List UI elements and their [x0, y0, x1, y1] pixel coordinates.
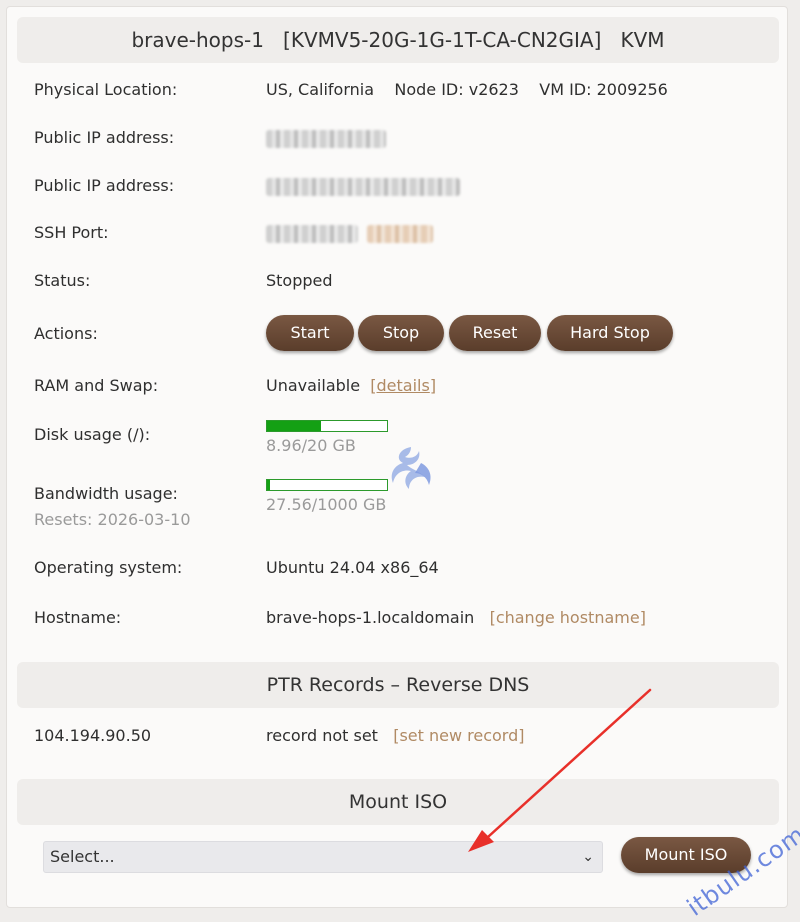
disk-usage-fill: [267, 421, 321, 431]
chevron-down-icon: ⌄: [582, 849, 594, 865]
disk-usage-text: 8.96/20 GB: [266, 436, 356, 455]
vps-hostname-title: brave-hops-1: [131, 28, 264, 52]
ptr-status: record not set: [266, 726, 378, 745]
action-buttons: Start Stop Reset Hard Stop: [7, 315, 787, 355]
vps-plan-title: [KVMV5-20G-1G-1T-CA-CN2GIA]: [283, 28, 602, 52]
stop-button[interactable]: Stop: [358, 315, 444, 351]
mount-iso-section-header: Mount ISO: [17, 779, 779, 825]
hostname-text: brave-hops-1.localdomain: [266, 608, 475, 627]
disk-label: Disk usage (/):: [34, 425, 151, 444]
ipv6-value-blurred: [266, 176, 460, 196]
ram-value: Unavailable [details]: [266, 376, 437, 395]
vps-title-header: brave-hops-1 [KVMV5-20G-1G-1T-CA-CN2GIA]…: [17, 17, 779, 63]
ipv4-value-blurred: [266, 128, 386, 148]
bandwidth-usage-text: 27.56/1000 GB: [266, 495, 387, 514]
ssh-label: SSH Port:: [34, 223, 109, 242]
ptr-ip: 104.194.90.50: [34, 726, 152, 745]
reset-button[interactable]: Reset: [449, 315, 541, 351]
ipv6-label: Public IP address:: [34, 176, 175, 195]
location-label: Physical Location:: [34, 80, 178, 99]
ram-details-link[interactable]: details: [377, 376, 430, 395]
ram-status: Unavailable: [266, 376, 361, 395]
start-button[interactable]: Start: [266, 315, 354, 351]
disk-usage-bar: [266, 420, 388, 432]
iso-select-value: Select...: [50, 847, 115, 866]
hostname-value: brave-hops-1.localdomain [change hostnam…: [266, 608, 646, 627]
status-value: Stopped: [266, 271, 333, 290]
ptr-value: record not set [set new record]: [266, 726, 525, 745]
change-hostname-link[interactable]: change hostname: [496, 608, 640, 627]
status-label: Status:: [34, 271, 91, 290]
iso-select[interactable]: Select... ⌄: [43, 841, 603, 873]
ptr-section-header: PTR Records – Reverse DNS: [17, 662, 779, 708]
bandwidth-label: Bandwidth usage:: [34, 484, 178, 503]
vm-id: VM ID: 2009256: [539, 80, 668, 99]
hard-stop-button[interactable]: Hard Stop: [547, 315, 673, 351]
ipv4-label: Public IP address:: [34, 128, 175, 147]
ram-label: RAM and Swap:: [34, 376, 159, 395]
set-new-record-link[interactable]: set new record: [399, 726, 518, 745]
vps-panel: brave-hops-1 [KVMV5-20G-1G-1T-CA-CN2GIA]…: [6, 6, 788, 908]
node-id: Node ID: v2623: [394, 80, 519, 99]
watermark-logo-icon: [391, 447, 431, 489]
bandwidth-usage-fill: [267, 480, 270, 490]
bandwidth-usage-bar: [266, 479, 388, 491]
location-value: US, California Node ID: v2623 VM ID: 200…: [266, 80, 668, 99]
hostname-label: Hostname:: [34, 608, 122, 627]
location-text: US, California: [266, 80, 375, 99]
os-value: Ubuntu 24.04 x86_64: [266, 558, 439, 577]
vps-virt-title: KVM: [620, 28, 665, 52]
os-label: Operating system:: [34, 558, 183, 577]
ssh-value-blurred: [266, 223, 434, 243]
